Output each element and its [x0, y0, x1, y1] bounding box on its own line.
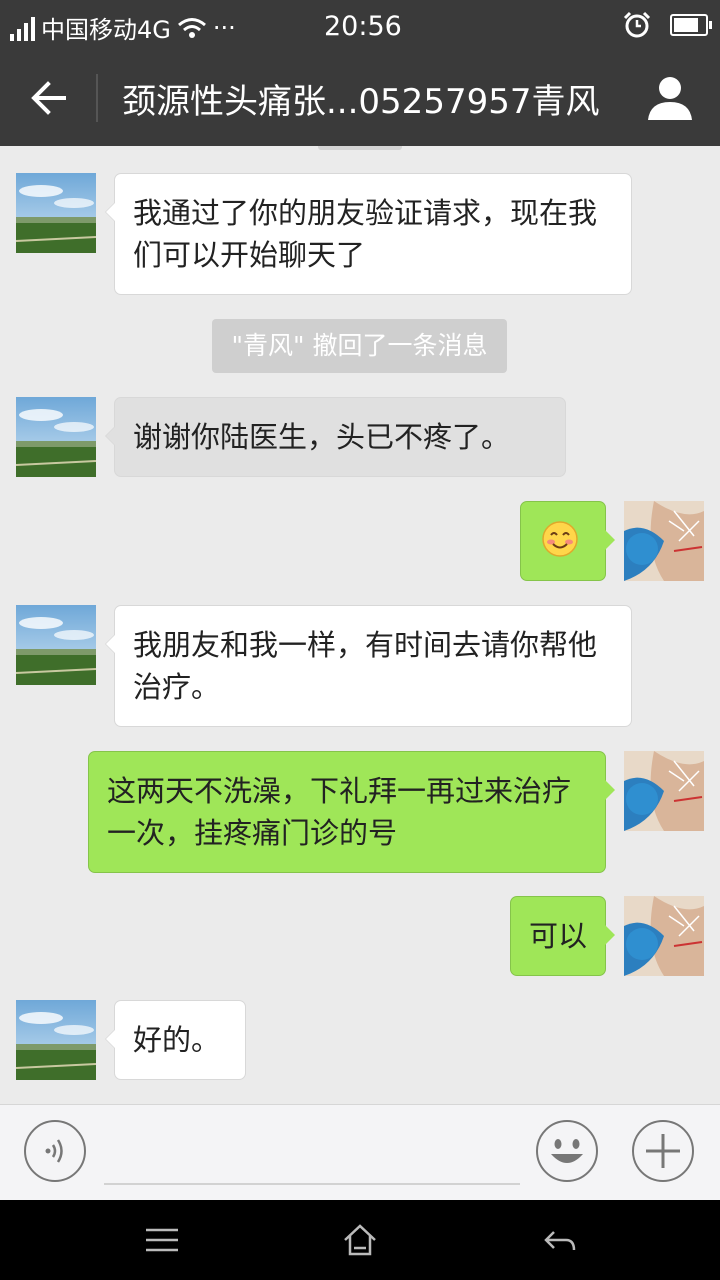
voice-button[interactable]	[24, 1120, 86, 1182]
clock: 20:56	[324, 11, 402, 42]
message-bubble[interactable]: 我通过了你的朋友验证请求，现在我们可以开始聊天了	[105, 173, 632, 295]
menu-icon	[146, 1228, 178, 1252]
my-avatar[interactable]	[624, 501, 704, 581]
contact-avatar[interactable]	[16, 173, 96, 253]
message-text: 这两天不洗澡，下礼拜一再过来治疗一次，挂疼痛门诊的号	[107, 774, 572, 850]
wifi-icon	[177, 17, 206, 38]
message-bubble[interactable]: 可以	[510, 896, 615, 976]
message-text: 可以	[529, 919, 588, 953]
plus-icon	[646, 1134, 680, 1168]
chat-title: 颈源性头痛张...05257957青风	[122, 82, 600, 122]
message-bubble[interactable]: 好的。	[105, 1000, 246, 1080]
signal-icon	[10, 15, 35, 41]
message-text: 好的。	[133, 1023, 221, 1057]
recall-notice: "青风" 撤回了一条消息	[212, 319, 507, 373]
message-bubble[interactable]	[520, 501, 615, 581]
header-divider	[96, 74, 98, 122]
message-bubble[interactable]: 这两天不洗澡，下礼拜一再过来治疗一次，挂疼痛门诊的号	[88, 751, 615, 873]
contact-avatar[interactable]	[16, 1000, 96, 1080]
home-button[interactable]	[340, 1220, 380, 1260]
home-icon	[344, 1224, 376, 1256]
my-avatar[interactable]	[624, 896, 704, 976]
input-bar	[0, 1104, 720, 1201]
voice-icon	[45, 1139, 63, 1163]
message-bubble[interactable]: 我朋友和我一样，有时间去请你帮他治疗。	[105, 605, 632, 727]
more-indicator: ···	[212, 13, 236, 42]
back-nav-button[interactable]	[540, 1220, 580, 1260]
message-bubble[interactable]: 谢谢你陆医生，头已不疼了。	[105, 397, 566, 477]
message-text: 我通过了你的朋友验证请求，现在我们可以开始聊天了	[133, 196, 598, 272]
message-input[interactable]	[104, 1183, 520, 1185]
emoji-button[interactable]	[536, 1120, 598, 1182]
back-button[interactable]	[24, 72, 76, 124]
chat-header: 颈源性头痛张...05257957青风	[0, 50, 720, 146]
contact-avatar[interactable]	[16, 605, 96, 685]
status-bar: 中国移动4G ··· 20:56	[0, 0, 720, 50]
more-functions-button[interactable]	[632, 1120, 694, 1182]
battery-icon	[670, 14, 712, 36]
message-text: 谢谢你陆医生，头已不疼了。	[133, 420, 511, 454]
back-arrow-icon	[31, 81, 66, 115]
smiling-face-icon	[542, 521, 578, 557]
person-icon	[648, 77, 692, 120]
message-text: 我朋友和我一样，有时间去请你帮他治疗。	[133, 628, 598, 704]
carrier-label: 中国移动4G	[41, 16, 171, 44]
menu-button[interactable]	[142, 1220, 182, 1260]
my-avatar[interactable]	[624, 751, 704, 831]
contact-avatar[interactable]	[16, 397, 96, 477]
return-icon	[544, 1231, 576, 1251]
contact-info-button[interactable]	[644, 72, 696, 124]
system-nav-bar	[0, 1200, 720, 1280]
time-stub	[318, 146, 402, 150]
alarm-icon	[623, 11, 651, 38]
emoji-icon	[551, 1139, 583, 1163]
